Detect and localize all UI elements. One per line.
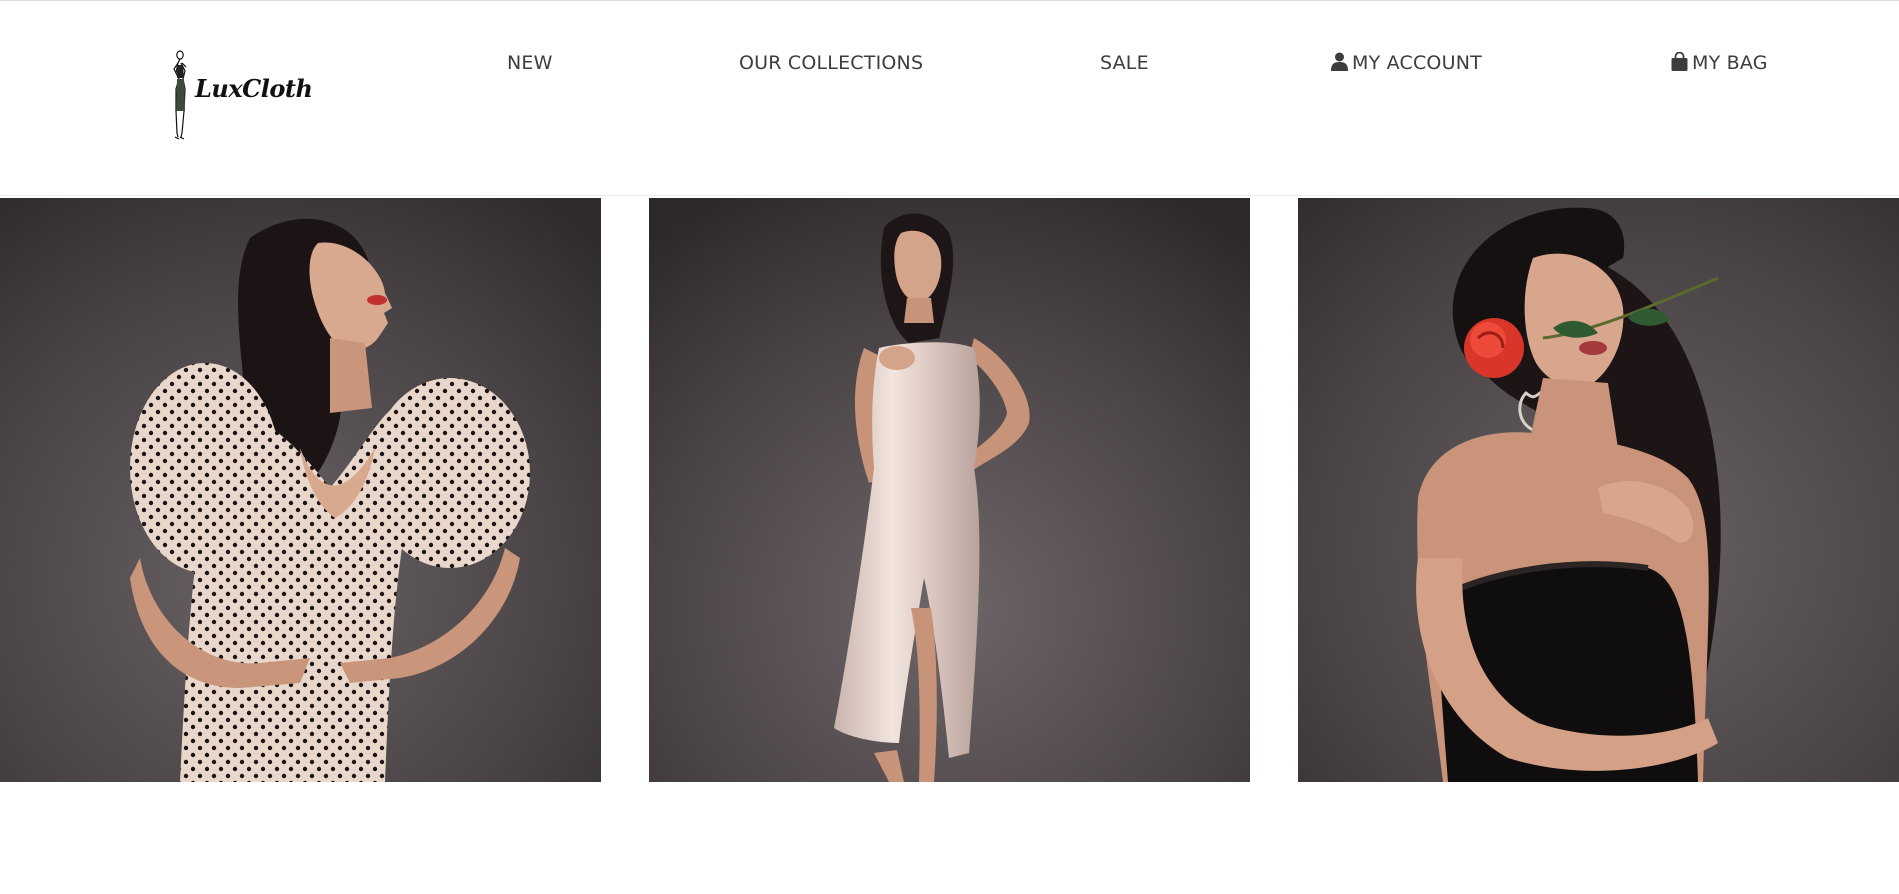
- gallery-tile-2[interactable]: [649, 198, 1250, 782]
- nav-our-collections[interactable]: OUR COLLECTIONS: [739, 49, 923, 77]
- nav-my-bag-label: MY BAG: [1692, 52, 1768, 74]
- gallery-tile-1[interactable]: [0, 198, 601, 782]
- model-satin-slip-dress-photo: [649, 198, 1250, 782]
- nav-new[interactable]: NEW: [507, 49, 553, 77]
- nav-my-bag[interactable]: MY BAG: [1671, 49, 1768, 77]
- model-rose-black-lace-photo: [1298, 198, 1899, 782]
- site-header: LuxCloth NEW OUR COLLECTIONS SALE MY ACC…: [0, 1, 1899, 196]
- user-icon: [1331, 52, 1348, 71]
- gallery-tile-3[interactable]: [1298, 198, 1899, 782]
- shopping-bag-icon: [1671, 52, 1688, 71]
- model-polka-dot-dress-photo: [0, 198, 601, 782]
- nav-my-account[interactable]: MY ACCOUNT: [1331, 49, 1482, 77]
- brand-name: LuxCloth: [195, 74, 313, 103]
- nav-sale[interactable]: SALE: [1100, 49, 1149, 77]
- nav-my-account-label: MY ACCOUNT: [1352, 52, 1482, 74]
